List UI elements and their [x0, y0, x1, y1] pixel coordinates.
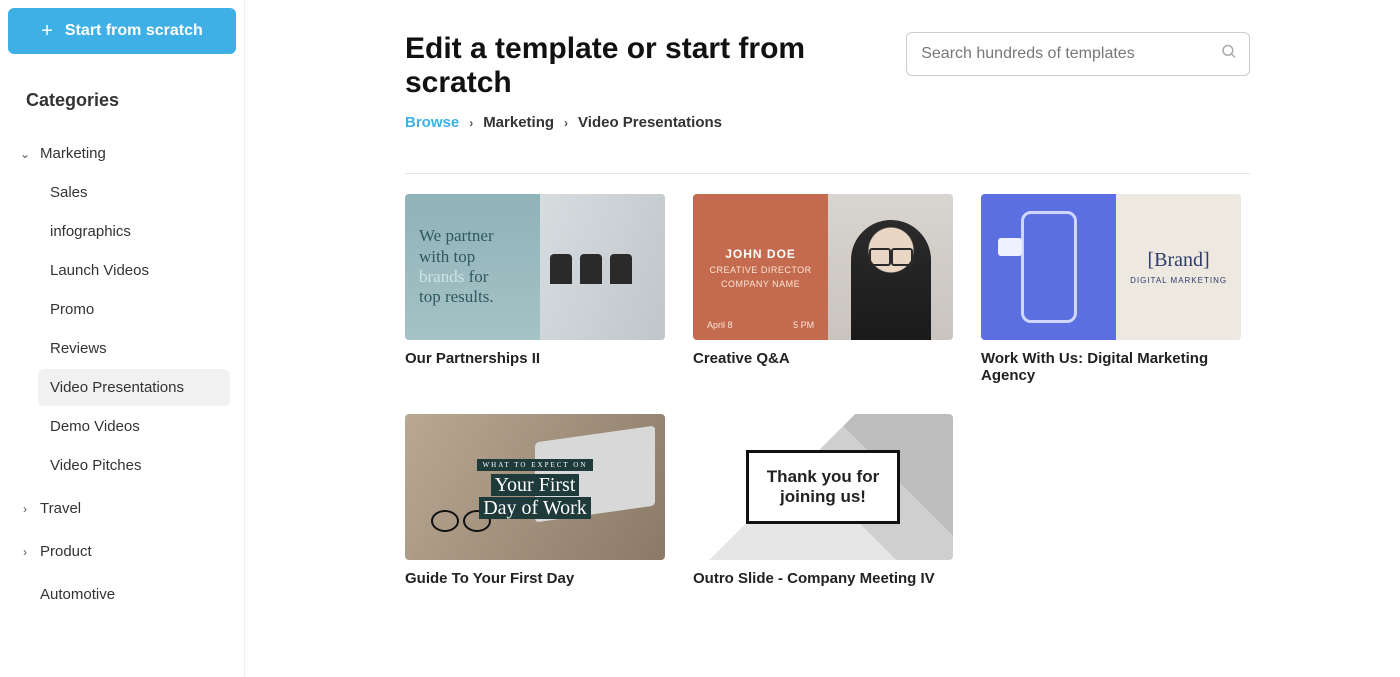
search-wrap [906, 32, 1250, 76]
category-group-automotive: › Automotive [8, 576, 236, 613]
template-thumbnail: We partner with top brands for top resul… [405, 194, 665, 340]
template-thumbnail: Thank you for joining us! [693, 414, 953, 560]
template-card-first-day[interactable]: WHAT TO EXPECT ON Your First Day of Work… [405, 414, 665, 587]
sidebar: + Start from scratch Categories ⌄ Market… [0, 0, 245, 677]
main-content: Edit a template or start from scratch Br… [245, 0, 1400, 677]
template-title: Our Partnerships II [405, 350, 665, 367]
category-label: Marketing [40, 145, 106, 162]
template-card-outro-slide[interactable]: Thank you for joining us! Outro Slide - … [693, 414, 953, 587]
category-label: Product [40, 543, 92, 560]
breadcrumb-current: Video Presentations [578, 114, 722, 131]
category-label: Travel [40, 500, 81, 517]
plus-icon: + [41, 21, 53, 41]
sidebar-item-video-pitches[interactable]: Video Pitches [38, 447, 230, 484]
chevron-down-icon: ⌄ [18, 147, 32, 161]
category-group-marketing: ⌄ Marketing Sales infographics Launch Vi… [8, 135, 236, 484]
category-header-automotive[interactable]: › Automotive [8, 576, 236, 613]
sidebar-item-infographics[interactable]: infographics [38, 213, 230, 250]
chevron-right-icon: › [469, 116, 473, 130]
template-title: Outro Slide - Company Meeting IV [693, 570, 953, 587]
breadcrumb: Browse › Marketing › Video Presentations [405, 114, 1250, 131]
header-row: Edit a template or start from scratch [405, 32, 1250, 100]
start-from-scratch-button[interactable]: + Start from scratch [8, 8, 236, 54]
chevron-right-icon: › [18, 545, 32, 559]
template-thumbnail: [Brand] DIGITAL MARKETING [981, 194, 1241, 340]
template-thumbnail: WHAT TO EXPECT ON Your First Day of Work [405, 414, 665, 560]
sidebar-item-reviews[interactable]: Reviews [38, 330, 230, 367]
template-card-our-partnerships[interactable]: We partner with top brands for top resul… [405, 194, 665, 384]
chevron-right-icon: › [564, 116, 568, 130]
category-header-marketing[interactable]: ⌄ Marketing [8, 135, 236, 172]
category-header-product[interactable]: › Product [8, 533, 236, 570]
category-subitems-marketing: Sales infographics Launch Videos Promo R… [8, 174, 236, 484]
template-grid: We partner with top brands for top resul… [405, 194, 1250, 587]
template-card-work-with-us[interactable]: [Brand] DIGITAL MARKETING Work With Us: … [981, 194, 1241, 384]
template-title: Creative Q&A [693, 350, 953, 367]
category-header-travel[interactable]: › Travel [8, 490, 236, 527]
template-thumbnail: JOHN DOE CREATIVE DIRECTOR COMPANY NAME … [693, 194, 953, 340]
divider [405, 173, 1250, 174]
chevron-right-icon: › [18, 502, 32, 516]
categories-heading: Categories [26, 90, 236, 111]
template-card-creative-qa[interactable]: JOHN DOE CREATIVE DIRECTOR COMPANY NAME … [693, 194, 953, 384]
sidebar-item-launch-videos[interactable]: Launch Videos [38, 252, 230, 289]
start-from-scratch-label: Start from scratch [65, 22, 203, 40]
template-title: Guide To Your First Day [405, 570, 665, 587]
template-title: Work With Us: Digital Marketing Agency [981, 350, 1241, 384]
sidebar-item-demo-videos[interactable]: Demo Videos [38, 408, 230, 445]
category-group-travel: › Travel [8, 490, 236, 527]
sidebar-item-video-presentations[interactable]: Video Presentations [38, 369, 230, 406]
breadcrumb-marketing[interactable]: Marketing [483, 114, 554, 131]
page-title: Edit a template or start from scratch [405, 32, 886, 100]
search-icon [1220, 43, 1238, 66]
search-input[interactable] [906, 32, 1250, 76]
sidebar-item-promo[interactable]: Promo [38, 291, 230, 328]
breadcrumb-browse[interactable]: Browse [405, 114, 459, 131]
category-group-product: › Product [8, 533, 236, 570]
sidebar-item-sales[interactable]: Sales [38, 174, 230, 211]
category-label: Automotive [40, 586, 115, 603]
